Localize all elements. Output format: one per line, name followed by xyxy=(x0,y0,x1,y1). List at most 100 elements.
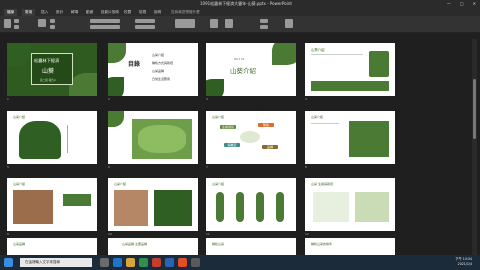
taskbar: 在這裡輸入文字來搜尋 下午 10:54 2021/1/4 xyxy=(0,255,480,270)
reset-icon[interactable] xyxy=(50,25,55,29)
tab-transitions[interactable]: 轉場 xyxy=(68,9,81,16)
slide-thumbnail[interactable]: 種植山葵的條件 xyxy=(305,238,395,255)
info-panel xyxy=(154,190,192,226)
slide-thumbnail[interactable]: 山葵品種 xyxy=(7,238,97,255)
wasabi-photo xyxy=(114,190,148,226)
slide-thumbnail[interactable]: 山葵介紹 xyxy=(108,178,198,231)
store-icon[interactable] xyxy=(139,258,148,267)
tab-view[interactable]: 檢視 xyxy=(136,9,149,16)
slide-thumbnail[interactable] xyxy=(108,111,198,164)
slide-heading: 山葵介紹 xyxy=(13,182,26,186)
slide-thumbnail[interactable]: 山葵介紹 xyxy=(7,178,97,231)
slide-thumbnail[interactable]: 山葵 生長與栽培 xyxy=(305,178,395,231)
edge-icon[interactable] xyxy=(113,258,122,267)
scrollbar-thumb[interactable] xyxy=(473,79,476,139)
slide-thumbnail[interactable]: 松露林下經濟 山葵 第二組 報告人 xyxy=(7,43,97,96)
tab-home[interactable]: 常用 xyxy=(22,9,36,16)
tab-help[interactable]: 說明 xyxy=(151,9,164,16)
slide-heading: 目錄 xyxy=(128,61,141,68)
slide-thumbnail[interactable]: 種植山葵 xyxy=(206,238,296,255)
start-icon[interactable] xyxy=(4,258,13,267)
vertical-scrollbar[interactable] xyxy=(472,39,477,255)
wasabi-plant-image xyxy=(19,121,61,159)
slide-title: 山葵介紹 xyxy=(230,67,256,75)
slide-number: 4 xyxy=(305,97,307,101)
tab-review[interactable]: 校閱 xyxy=(121,9,134,16)
text-panel xyxy=(63,194,91,206)
slide-number: 1 xyxy=(7,97,9,101)
tab-design[interactable]: 設計 xyxy=(53,9,66,16)
leaf-decor xyxy=(7,43,31,67)
wasabi-photo xyxy=(369,51,389,77)
new-slide-icon[interactable] xyxy=(38,19,46,27)
layout-icon[interactable] xyxy=(50,19,55,23)
slide-title: 松露林下經濟 xyxy=(34,58,60,63)
app-icon[interactable] xyxy=(191,258,200,267)
tab-animations[interactable]: 動畫 xyxy=(83,9,96,16)
align-buttons[interactable] xyxy=(135,25,155,29)
task-view-icon[interactable] xyxy=(100,258,109,267)
slide-number: 6 xyxy=(108,165,110,169)
slide-number: 2 xyxy=(108,97,110,101)
powerpoint-icon[interactable] xyxy=(152,258,161,267)
slide-thumbnail[interactable]: Part 01 山葵介紹 xyxy=(206,43,296,96)
quick-styles-icon[interactable] xyxy=(225,19,233,28)
arrange-icon[interactable] xyxy=(210,19,218,28)
designer-icon[interactable] xyxy=(285,19,293,28)
callout-lines xyxy=(67,125,91,153)
toc-item: 日常生活應用 xyxy=(152,77,171,81)
slide-thumbnail[interactable]: 山葵品種 主要品種 xyxy=(108,238,198,255)
leaf-decor xyxy=(69,73,97,96)
word-icon[interactable] xyxy=(165,258,174,267)
font-style-buttons[interactable] xyxy=(90,25,120,29)
leaf-decor xyxy=(206,79,224,96)
window-title: 1091松露林下經濟大豐年-山葵.pptx - PowerPoint xyxy=(200,1,292,6)
copy-icon[interactable] xyxy=(14,25,19,29)
font-name-box[interactable] xyxy=(90,19,120,23)
slide-heading: 山葵介紹 xyxy=(311,115,324,119)
leaf-decor xyxy=(108,77,124,96)
slide-heading: 山葵品種 主要品種 xyxy=(122,242,147,246)
ribbon-tabs: 檔案 常用 插入 設計 轉場 動畫 投影片放映 校閱 檢視 說明 告訴我您想做什… xyxy=(0,8,480,16)
paste-icon[interactable] xyxy=(4,19,11,28)
tab-slideshow[interactable]: 投影片放映 xyxy=(98,9,122,16)
tag-label: 病蟲害 xyxy=(224,143,240,147)
toc-item: 種植方式與栽培 xyxy=(152,61,174,65)
wasabi-stalk xyxy=(256,192,264,222)
slide-thumbnail[interactable]: 山葵介紹 xyxy=(7,111,97,164)
slide-number: 5 xyxy=(7,165,9,169)
cut-icon[interactable] xyxy=(14,19,19,23)
slide-thumbnail[interactable]: 山葵介紹 xyxy=(206,178,296,231)
slide-thumbnail[interactable]: 山葵介紹 xyxy=(305,111,395,164)
tab-insert[interactable]: 插入 xyxy=(38,9,51,16)
paragraph-buttons[interactable] xyxy=(135,19,155,23)
growth-diagram xyxy=(355,192,389,222)
tell-me-search[interactable]: 告訴我您想做什麼 xyxy=(168,9,203,16)
slide-thumbnail[interactable]: 山葵介紹 xyxy=(305,43,395,96)
file-explorer-icon[interactable] xyxy=(126,258,135,267)
slide-number: 3 xyxy=(206,97,208,101)
slide-number: 10 xyxy=(108,232,112,236)
chrome-icon[interactable] xyxy=(178,258,187,267)
slide-number: 9 xyxy=(7,232,9,236)
minimize-icon[interactable]: — xyxy=(447,0,451,8)
close-icon[interactable]: ✕ xyxy=(473,0,476,8)
slide-thumbnail[interactable]: 山葵介紹 生長環境 繁殖 病蟲害 品種 xyxy=(206,111,296,164)
slide-heading: 山葵介紹 xyxy=(114,182,127,186)
leaf-decor xyxy=(108,111,124,127)
taskbar-search-input[interactable]: 在這裡輸入文字來搜尋 xyxy=(20,258,92,267)
replace-icon[interactable] xyxy=(260,25,268,29)
find-icon[interactable] xyxy=(260,19,268,23)
shapes-gallery[interactable] xyxy=(175,19,195,28)
wasabi-stalk xyxy=(236,192,244,222)
growth-diagram xyxy=(313,192,349,222)
clock[interactable]: 下午 10:54 2021/1/4 xyxy=(455,257,472,267)
tab-file[interactable]: 檔案 xyxy=(4,9,18,16)
slide-thumbnail[interactable]: 目錄 山葵介紹 種植方式與栽培 山葵品種 日常生活應用 xyxy=(108,43,198,96)
slide-number: 12 xyxy=(305,232,309,236)
slide-heading: 山葵品種 xyxy=(13,242,26,246)
wasabi-roots-photo xyxy=(349,121,389,157)
title-bar: 1091松露林下經濟大豐年-山葵.pptx - PowerPoint — □ ✕ xyxy=(0,0,480,8)
slide-heading: 山葵介紹 xyxy=(212,115,225,119)
maximize-icon[interactable]: □ xyxy=(460,0,464,8)
